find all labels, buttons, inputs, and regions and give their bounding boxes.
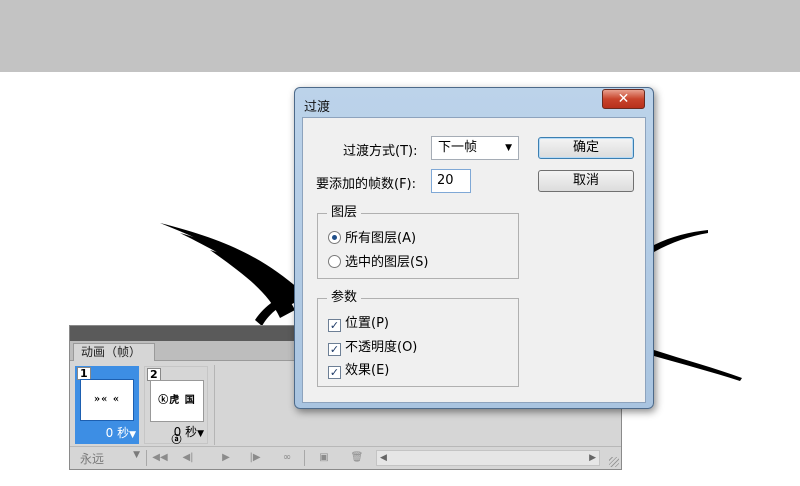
- checkmark-icon: ✓: [328, 343, 341, 356]
- layers-group: 图层 所有图层(A) 选中的图层(S): [317, 205, 519, 279]
- tab-animation-frames[interactable]: 动画（帧）: [73, 343, 155, 362]
- scroll-right-icon[interactable]: ▶: [589, 451, 596, 465]
- scroll-left-icon[interactable]: ◀: [380, 451, 387, 465]
- transition-mode-label: 过渡方式(T):: [343, 144, 418, 159]
- frames-to-add-label: 要添加的帧数(F):: [316, 177, 417, 192]
- frame-1[interactable]: 1 »« « 0 秒▼: [75, 366, 139, 444]
- loop-select[interactable]: 永远 ▼: [80, 450, 140, 466]
- effects-checkbox[interactable]: ✓ 效果(E): [328, 362, 389, 380]
- selected-layers-radio[interactable]: 选中的图层(S): [328, 254, 428, 272]
- radio-unchecked-icon: [328, 255, 341, 268]
- tween-dialog: 过渡 ✕ 过渡方式(T): 下一帧 ▼ 要添加的帧数(F): 20 确定 取消 …: [294, 87, 654, 409]
- layers-group-title: 图层: [327, 205, 362, 221]
- checkmark-icon: ✓: [328, 366, 341, 379]
- next-frame-icon[interactable]: |▶: [245, 450, 265, 466]
- position-checkbox[interactable]: ✓ 位置(P): [328, 315, 389, 333]
- frames-divider: [214, 365, 215, 445]
- transition-mode-select[interactable]: 下一帧 ▼: [431, 136, 519, 160]
- ok-button[interactable]: 确定: [538, 137, 634, 159]
- previous-frame-icon[interactable]: ◀|: [178, 450, 198, 466]
- play-icon[interactable]: ▶: [216, 450, 236, 466]
- resize-grip-icon[interactable]: [609, 457, 619, 467]
- opacity-checkbox[interactable]: ✓ 不透明度(O): [328, 339, 417, 357]
- frame-thumbnail: ⓚ虎 国 ⓐ: [150, 380, 204, 446]
- frame-thumbnail: »« «: [80, 379, 134, 421]
- checkmark-icon: ✓: [328, 319, 341, 332]
- toolbar-divider: [146, 450, 147, 466]
- all-layers-radio[interactable]: 所有图层(A): [328, 230, 416, 248]
- tween-icon[interactable]: ∞: [277, 450, 297, 466]
- frames-to-add-input[interactable]: 20: [431, 169, 471, 193]
- close-button[interactable]: ✕: [602, 89, 645, 109]
- duplicate-frame-icon[interactable]: ▣: [314, 450, 334, 466]
- animation-toolbar: 永远 ▼ ◀◀ ◀| ▶ |▶ ∞ ▣ 🗑 ◀ ▶: [70, 446, 621, 469]
- dialog-body: 过渡方式(T): 下一帧 ▼ 要添加的帧数(F): 20 确定 取消 图层 所有…: [302, 117, 646, 403]
- chevron-down-icon: ▼: [505, 143, 512, 153]
- dialog-title: 过渡: [304, 100, 331, 115]
- frame-delay[interactable]: 0 秒▼: [174, 423, 204, 440]
- cancel-button[interactable]: 取消: [538, 170, 634, 192]
- first-frame-icon[interactable]: ◀◀: [150, 450, 170, 466]
- radio-checked-icon: [328, 231, 341, 244]
- delete-frame-icon[interactable]: 🗑: [347, 450, 367, 466]
- frame-delay[interactable]: 0 秒▼: [106, 424, 136, 441]
- chevron-down-icon: ▼: [133, 450, 140, 460]
- chevron-down-icon: ▼: [129, 430, 136, 440]
- chevron-down-icon: ▼: [197, 429, 204, 439]
- close-icon: ✕: [617, 91, 630, 107]
- frame-2[interactable]: 2 ⓚ虎 国 ⓐ 0 秒▼: [144, 366, 208, 446]
- horizontal-scrollbar[interactable]: ◀ ▶: [376, 450, 600, 466]
- parameters-group-title: 参数: [327, 290, 362, 306]
- parameters-group: 参数 ✓ 位置(P) ✓ 不透明度(O) ✓ 效果(E): [317, 290, 519, 387]
- toolbar-divider: [304, 450, 305, 466]
